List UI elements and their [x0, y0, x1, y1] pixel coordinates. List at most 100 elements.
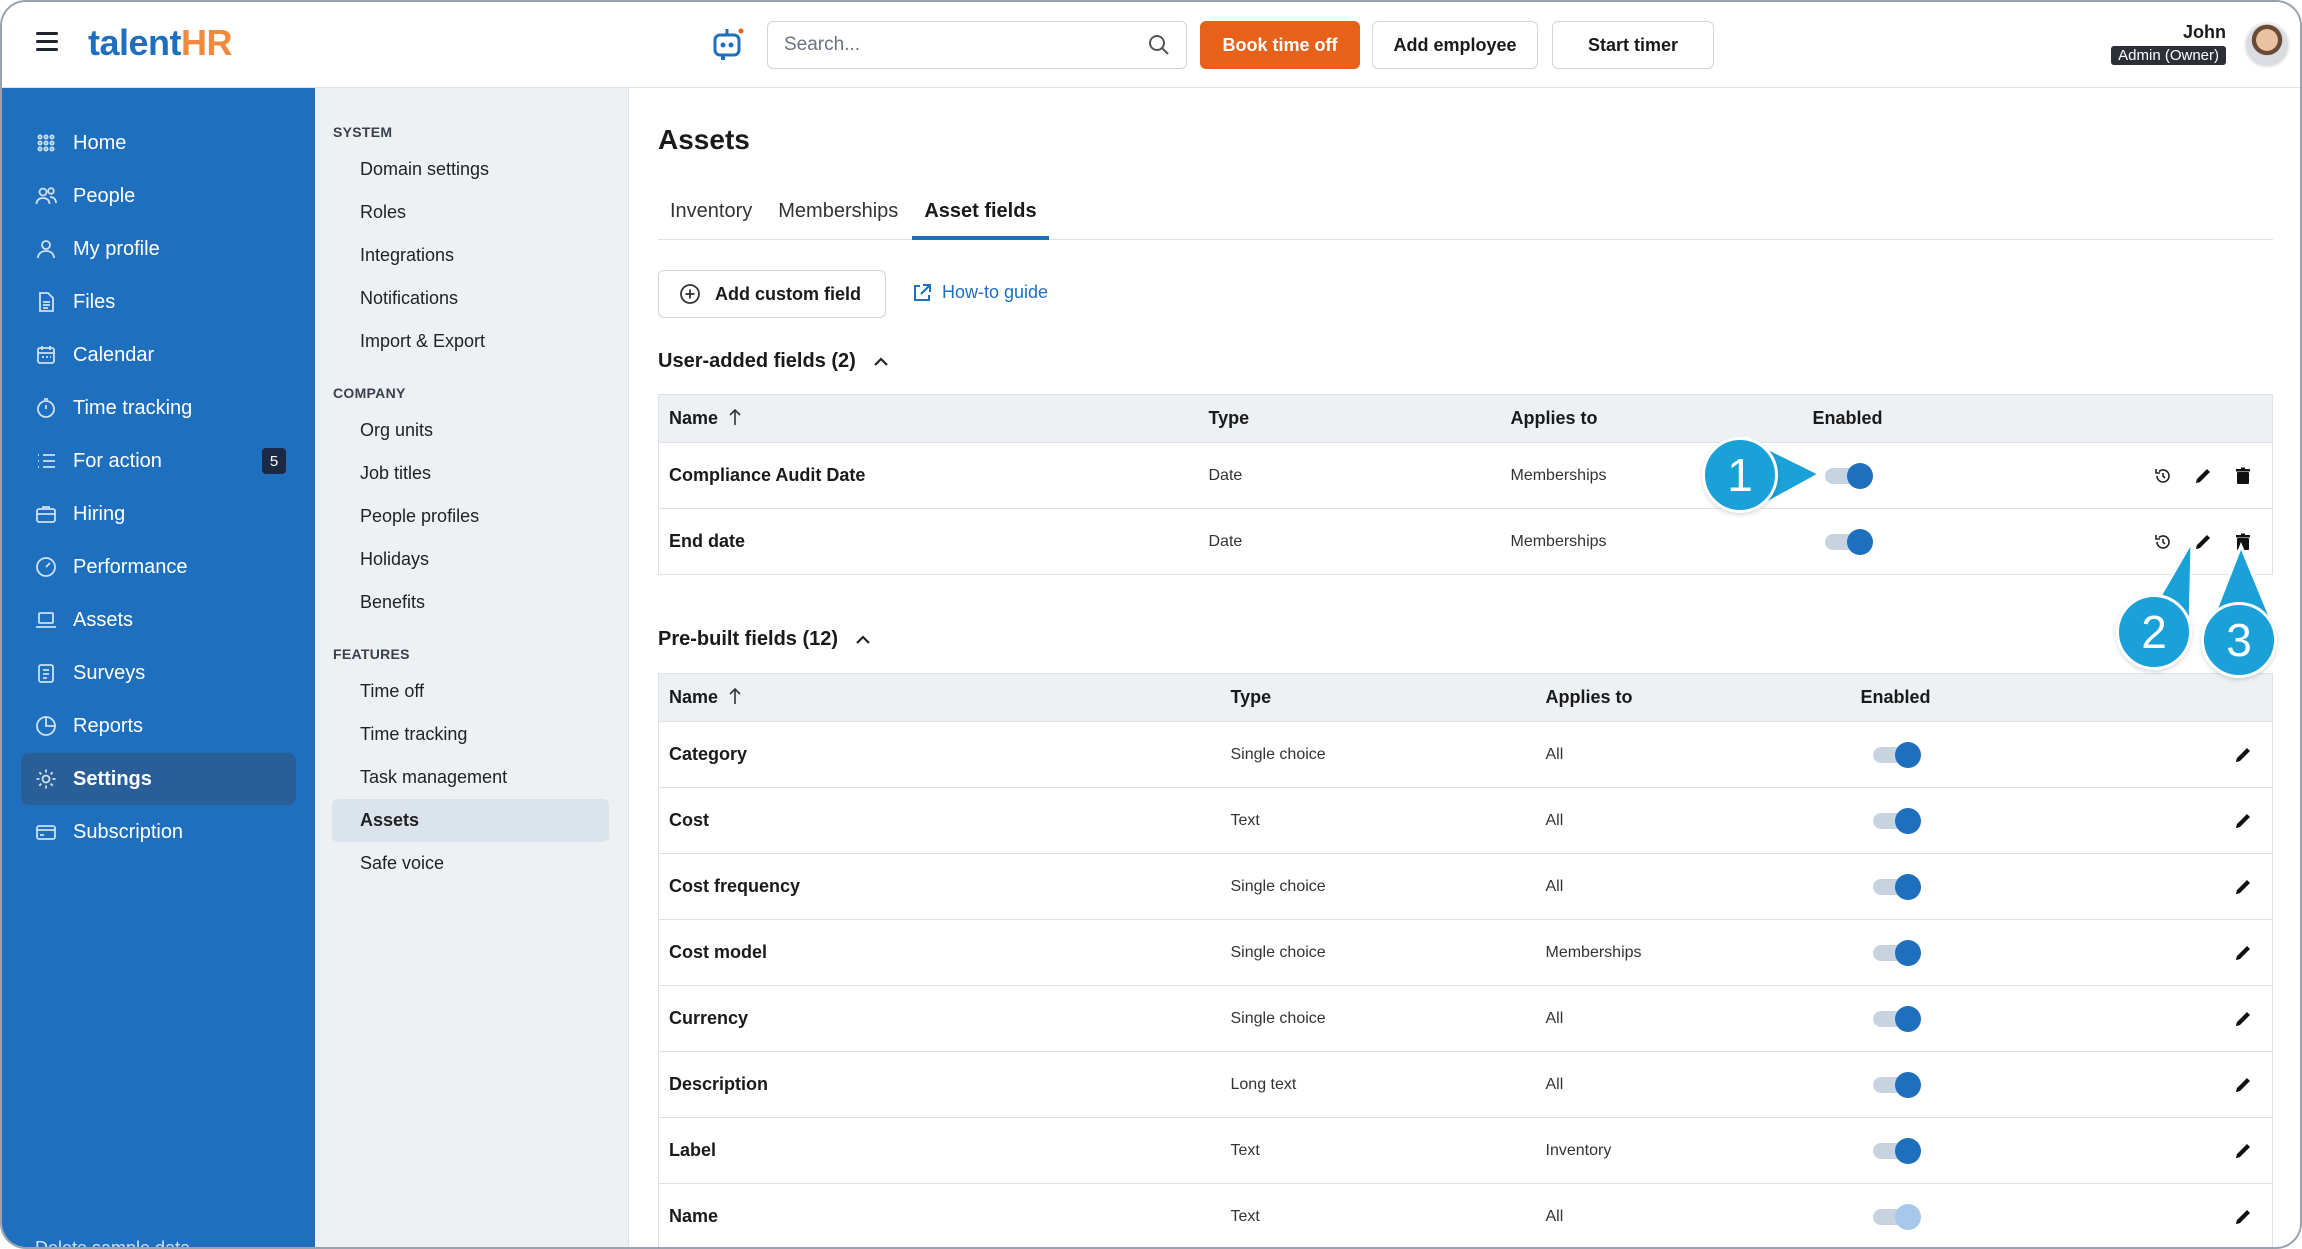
edit-pencil-icon[interactable] — [2232, 744, 2254, 766]
edit-pencil-icon[interactable] — [2232, 1140, 2254, 1162]
pre-built-fields-header[interactable]: Pre-built fields (12) — [658, 628, 872, 651]
sidebar-item-label: Files — [73, 290, 116, 313]
field-applies-to: All — [1535, 853, 1851, 920]
subnav-item-people-profiles[interactable]: People profiles — [332, 495, 609, 538]
tab-memberships[interactable]: Memberships — [766, 188, 910, 240]
sidebar-item-people[interactable]: People — [21, 170, 296, 222]
add-custom-field-button[interactable]: Add custom field — [658, 270, 886, 318]
edit-pencil-icon[interactable] — [2232, 1206, 2254, 1228]
subnav-item-import-export[interactable]: Import & Export — [332, 320, 609, 363]
table-row: Name Text All — [658, 1183, 2273, 1247]
row-actions — [2090, 721, 2273, 788]
table-row: Label Text Inventory — [658, 1117, 2273, 1184]
enabled-toggle[interactable] — [1872, 1071, 1921, 1098]
column-header-name[interactable]: Name — [658, 394, 1199, 443]
edit-pencil-icon[interactable] — [2192, 465, 2214, 487]
search-input[interactable] — [784, 34, 1148, 56]
row-actions — [2090, 853, 2273, 920]
edit-pencil-icon[interactable] — [2232, 1008, 2254, 1030]
column-header-type: Type — [1198, 394, 1501, 443]
table-row: End date Date Memberships — [658, 508, 2273, 575]
subnav-item-assets[interactable]: Assets — [332, 799, 609, 842]
delete-sample-data-link[interactable]: Delete sample data — [35, 1238, 190, 1247]
sidebar-item-time-tracking[interactable]: Time tracking — [21, 382, 296, 434]
sidebar-item-assets[interactable]: Assets — [21, 594, 296, 646]
user-menu[interactable]: John Admin (Owner) — [2111, 22, 2226, 65]
book-time-off-button[interactable]: Book time off — [1200, 21, 1360, 69]
add-employee-button[interactable]: Add employee — [1372, 21, 1538, 69]
subnav-item-notifications[interactable]: Notifications — [332, 277, 609, 320]
subnav-item-roles[interactable]: Roles — [332, 191, 609, 234]
column-header-name[interactable]: Name — [658, 673, 1221, 722]
edit-pencil-icon[interactable] — [2232, 876, 2254, 898]
talenthr-logo[interactable]: talentHR — [88, 22, 233, 64]
delete-trash-icon[interactable] — [2232, 465, 2254, 487]
sidebar-item-for-action[interactable]: For action 5 — [21, 435, 296, 487]
sidebar-item-files[interactable]: Files — [21, 276, 296, 328]
tab-inventory[interactable]: Inventory — [658, 188, 764, 240]
enabled-toggle[interactable] — [1872, 939, 1921, 966]
sidebar-item-home[interactable]: Home — [21, 117, 296, 169]
hamburger-menu-icon[interactable] — [36, 32, 58, 52]
field-type: Single choice — [1220, 919, 1536, 986]
sidebar-item-reports[interactable]: Reports — [21, 700, 296, 752]
grid-icon — [35, 132, 57, 154]
subnav-item-benefits[interactable]: Benefits — [332, 581, 609, 624]
edit-pencil-icon[interactable] — [2232, 1074, 2254, 1096]
sidebar-item-hiring[interactable]: Hiring — [21, 488, 296, 540]
sidebar-item-settings[interactable]: Settings — [21, 753, 296, 805]
toggle-knob — [1894, 1137, 1921, 1164]
history-icon[interactable] — [2152, 465, 2174, 487]
subnav-item-time-tracking[interactable]: Time tracking — [332, 713, 609, 756]
toggle-knob — [1894, 873, 1921, 900]
field-type: Single choice — [1220, 853, 1536, 920]
how-to-guide-link[interactable]: How-to guide — [912, 282, 1048, 303]
search-icon[interactable] — [1148, 34, 1170, 56]
tab-asset-fields[interactable]: Asset fields — [912, 188, 1049, 240]
enabled-toggle[interactable] — [1872, 873, 1921, 900]
subnav-item-holidays[interactable]: Holidays — [332, 538, 609, 581]
sidebar-item-label: People — [73, 184, 136, 207]
field-applies-to: Memberships — [1535, 919, 1851, 986]
enabled-toggle[interactable] — [1872, 807, 1921, 834]
subnav-item-time-off[interactable]: Time off — [332, 670, 609, 713]
edit-pencil-icon[interactable] — [2232, 810, 2254, 832]
enabled-toggle[interactable] — [1872, 1137, 1921, 1164]
sidebar-item-label: Calendar — [73, 343, 155, 366]
sidebar-item-performance[interactable]: Performance — [21, 541, 296, 593]
field-name: Category — [658, 721, 1221, 788]
sidebar-item-my-profile[interactable]: My profile — [21, 223, 296, 275]
assistant-bot-icon[interactable] — [710, 26, 746, 62]
edit-pencil-icon[interactable] — [2232, 942, 2254, 964]
field-name: End date — [658, 508, 1199, 575]
subnav-item-integrations[interactable]: Integrations — [332, 234, 609, 277]
user-added-fields-title: User-added fields (2) — [658, 350, 856, 372]
user-added-fields-header[interactable]: User-added fields (2) — [658, 350, 890, 373]
start-timer-button[interactable]: Start timer — [1552, 21, 1714, 69]
field-applies-to: All — [1535, 985, 1851, 1052]
subnav-item-domain-settings[interactable]: Domain settings — [332, 148, 609, 191]
subnav-item-org-units[interactable]: Org units — [332, 409, 609, 452]
field-name: Currency — [658, 985, 1221, 1052]
enabled-toggle[interactable] — [1872, 1005, 1921, 1032]
sidebar-item-label: Assets — [73, 608, 134, 631]
subnav-item-job-titles[interactable]: Job titles — [332, 452, 609, 495]
avatar[interactable] — [2244, 22, 2290, 68]
toggle-knob — [1846, 462, 1873, 489]
sidebar-item-surveys[interactable]: Surveys — [21, 647, 296, 699]
subnav-heading-company: COMPANY — [333, 385, 406, 401]
people-icon — [35, 185, 57, 207]
field-type: Text — [1220, 1183, 1536, 1247]
top-bar: talentHR Book time off Add employee Star… — [2, 2, 2300, 88]
sidebar-item-calendar[interactable]: Calendar — [21, 329, 296, 381]
enabled-toggle[interactable] — [1824, 528, 1873, 555]
search-box[interactable] — [767, 21, 1187, 69]
enabled-cell — [1850, 853, 2091, 920]
subnav-item-safe-voice[interactable]: Safe voice — [332, 842, 609, 885]
sidebar-item-subscription[interactable]: Subscription — [21, 806, 296, 858]
enabled-toggle[interactable] — [1872, 741, 1921, 768]
callout-1: 1 — [1702, 437, 1778, 513]
subnav-item-task-management[interactable]: Task management — [332, 756, 609, 799]
plus-circle-icon — [680, 284, 700, 304]
field-type: Date — [1198, 442, 1501, 509]
